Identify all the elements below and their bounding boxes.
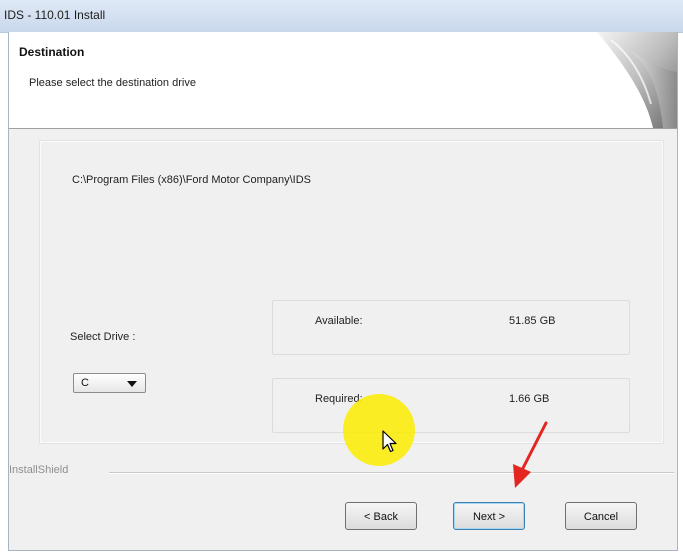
destination-group: C:\Program Files (x86)\Ford Motor Compan… <box>39 140 664 444</box>
page-title: Destination <box>19 45 85 59</box>
back-button[interactable]: < Back <box>345 502 417 530</box>
select-drive-label: Select Drive : <box>70 331 136 343</box>
mouse-pointer-icon <box>382 430 397 453</box>
required-value: 1.66 GB <box>509 393 550 405</box>
wizard-header: Destination Please select the destinatio… <box>9 32 677 129</box>
cursor-highlight <box>343 394 415 466</box>
page-subtitle: Please select the destination drive <box>29 77 196 89</box>
available-space-box: Available: 51.85 GB <box>272 300 630 355</box>
title-bar: IDS - 110.01 Install <box>0 0 683 33</box>
available-label: Available: <box>315 315 363 327</box>
drive-dropdown-value: C <box>81 377 89 389</box>
installshield-brand: InstallShield <box>9 464 69 476</box>
cancel-button[interactable]: Cancel <box>565 502 637 530</box>
required-space-box: Required: 1.66 GB <box>272 378 630 433</box>
installer-window: Destination Please select the destinatio… <box>8 32 678 551</box>
next-button[interactable]: Next > <box>453 502 525 530</box>
footer-divider <box>109 472 674 474</box>
annotation-arrow-icon <box>513 421 548 488</box>
installshield-logo-icon <box>597 32 677 128</box>
drive-dropdown[interactable]: C <box>73 373 146 393</box>
available-value: 51.85 GB <box>509 315 556 327</box>
window-title: IDS - 110.01 Install <box>4 8 106 22</box>
destination-path: C:\Program Files (x86)\Ford Motor Compan… <box>72 174 312 186</box>
chevron-down-icon <box>127 381 137 387</box>
